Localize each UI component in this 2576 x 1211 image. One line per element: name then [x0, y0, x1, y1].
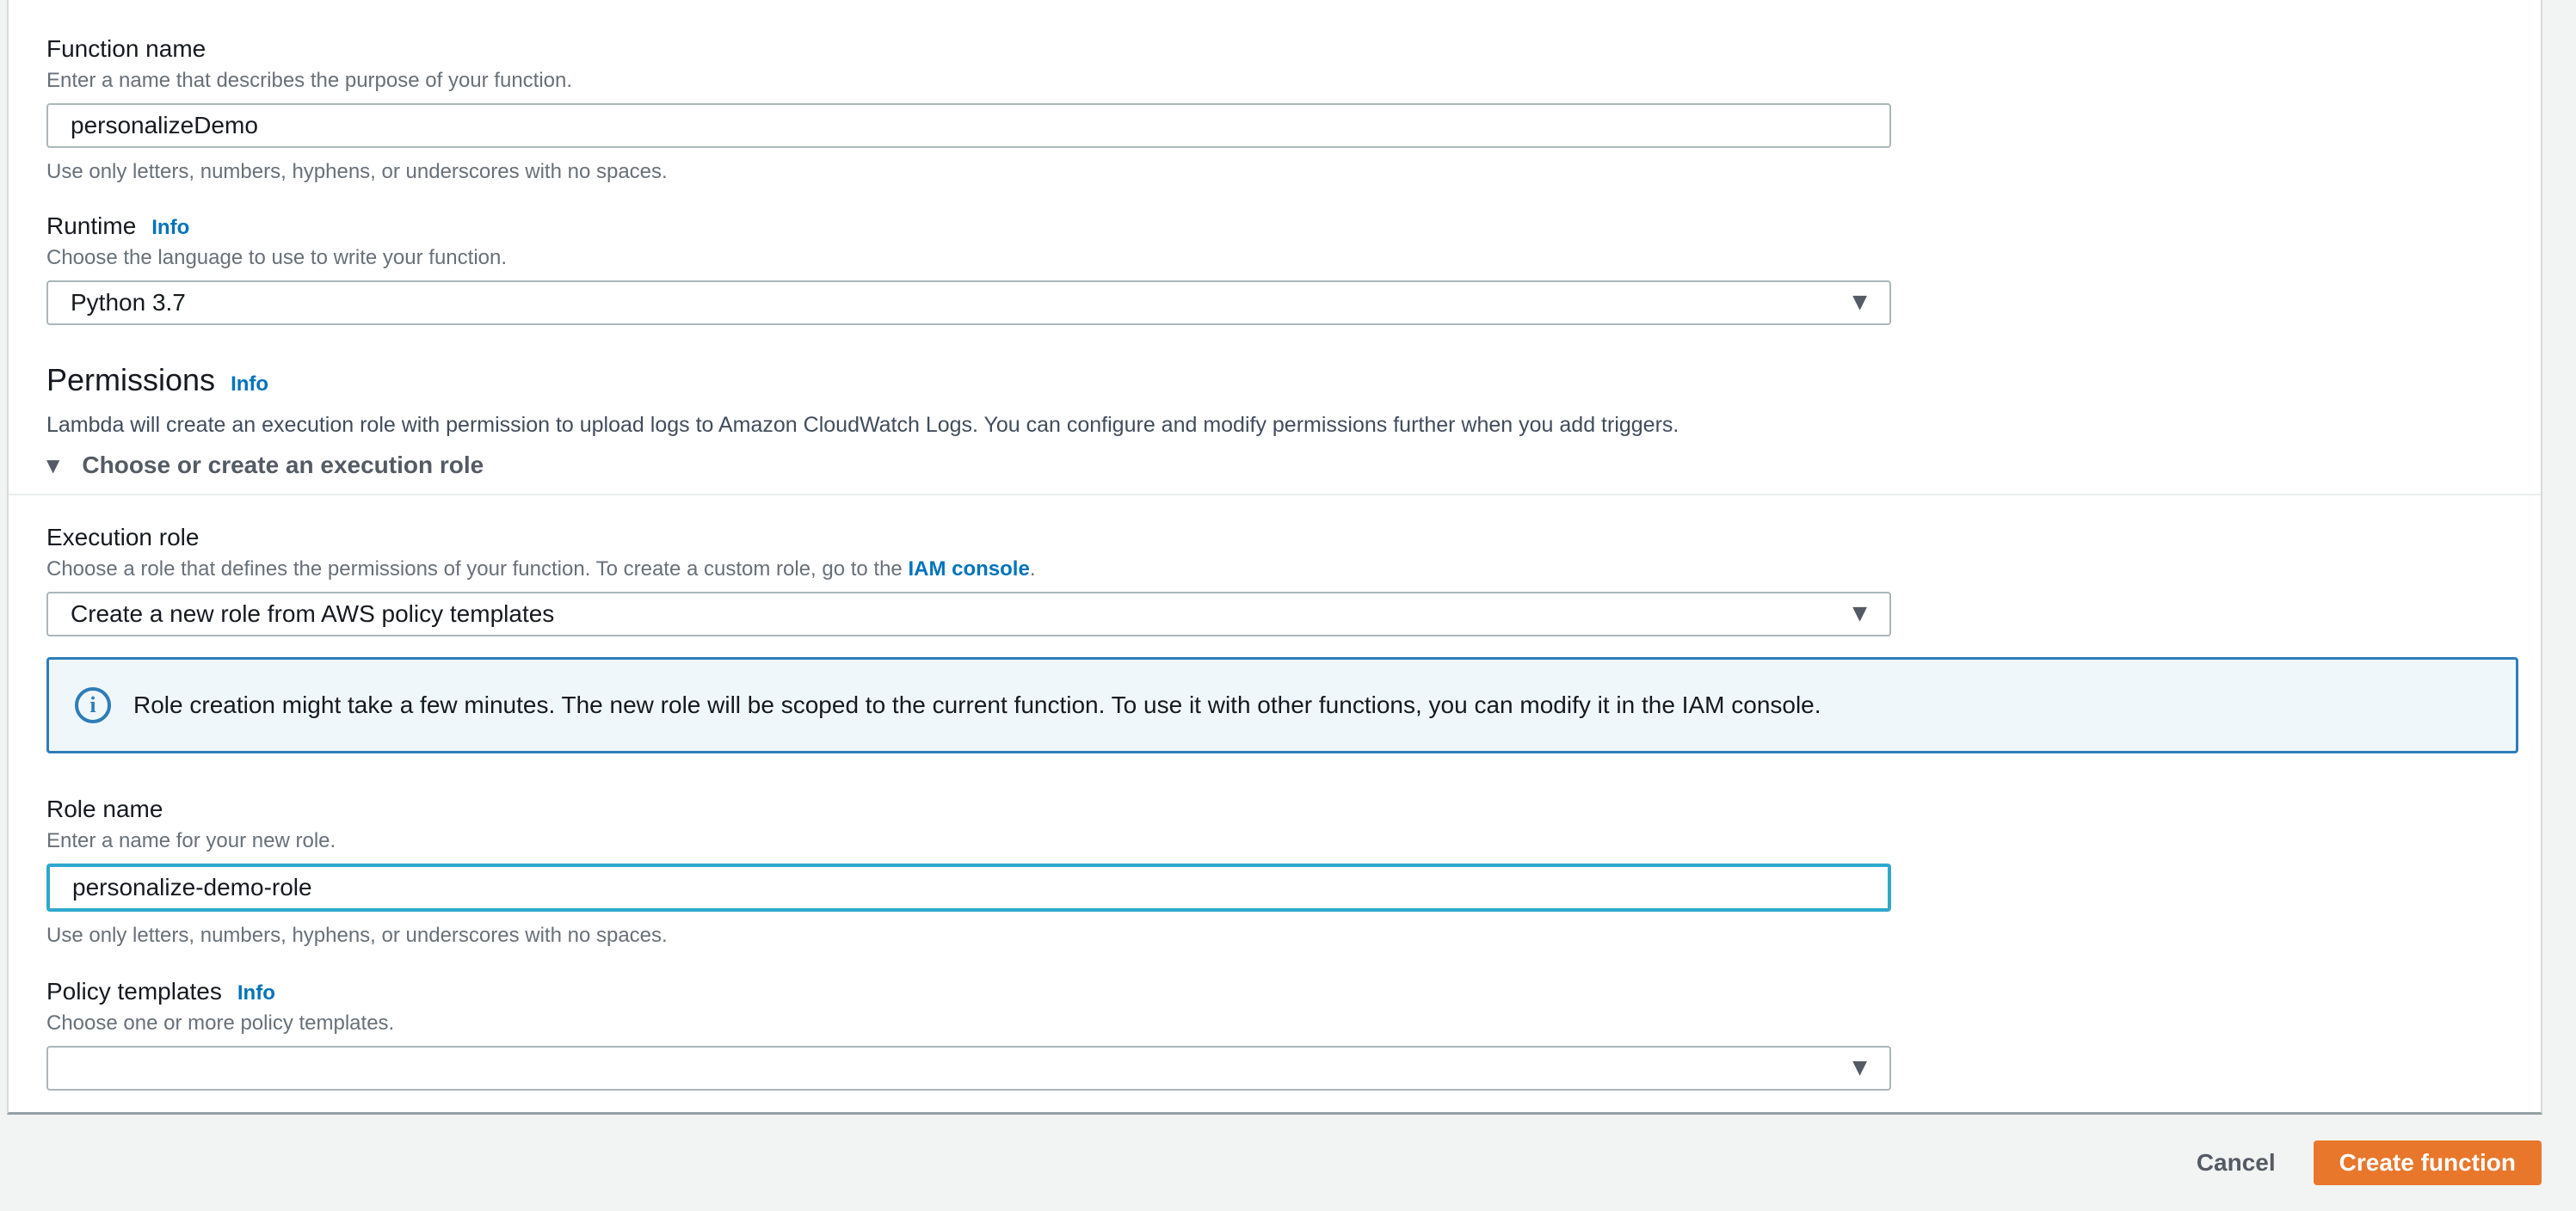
function-name-input[interactable]	[46, 103, 1891, 148]
execution-role-description: Choose a role that defines the permissio…	[46, 556, 2541, 583]
execution-role-expander[interactable]: ▼ Choose or create an execution role	[46, 449, 2541, 482]
execution-role-label: Execution role	[46, 524, 200, 550]
dropdown-caret-icon: ▼	[1852, 1057, 1867, 1079]
function-name-group: Function name Enter a name that describe…	[46, 33, 2541, 186]
execution-role-description-prefix: Choose a role that defines the permissio…	[46, 557, 909, 581]
alert-text: Role creation might take a few minutes. …	[133, 692, 1821, 718]
form-footer: Cancel Create function	[0, 1115, 2576, 1211]
role-name-input[interactable]	[46, 864, 1891, 912]
iam-console-link[interactable]: IAM console	[908, 557, 1029, 581]
function-name-label: Function name	[46, 35, 206, 62]
role-name-group: Role name Enter a name for your new role…	[46, 793, 2541, 950]
dropdown-caret-icon: ▼	[1852, 292, 1867, 313]
runtime-select[interactable]: Python 3.7 ▼	[46, 280, 1891, 325]
info-circle-icon: i	[75, 687, 111, 723]
policy-templates-select[interactable]: ▼	[46, 1046, 1891, 1091]
runtime-description: Choose the language to use to write your…	[46, 246, 508, 269]
create-function-page: Function name Enter a name that describe…	[0, 0, 2576, 1211]
section-divider	[9, 494, 2541, 495]
runtime-group: Runtime Info Choose the language to use …	[46, 210, 2541, 325]
role-name-description: Enter a name for your new role.	[46, 829, 336, 852]
function-name-description: Enter a name that describes the purpose …	[46, 69, 573, 92]
policy-templates-description: Choose one or more policy templates.	[46, 1011, 395, 1035]
permissions-title: Permissions	[46, 362, 216, 397]
expander-label: Choose or create an execution role	[82, 452, 484, 478]
role-name-label: Role name	[46, 796, 163, 822]
runtime-select-value: Python 3.7	[71, 289, 186, 316]
role-name-helper: Use only letters, numbers, hyphens, or u…	[46, 924, 668, 947]
permissions-description: Lambda will create an execution role wit…	[46, 413, 1679, 437]
permissions-section-heading: Permissions Info	[46, 360, 2541, 401]
policy-templates-label: Policy templates	[46, 978, 222, 1005]
execution-role-description-suffix: .	[1029, 557, 1036, 581]
cancel-button[interactable]: Cancel	[2179, 1139, 2293, 1187]
dropdown-caret-icon: ▼	[1852, 603, 1867, 624]
expander-caret-icon: ▼	[46, 455, 60, 476]
create-function-button[interactable]: Create function	[2313, 1140, 2542, 1185]
execution-role-select-value: Create a new role from AWS policy templa…	[71, 600, 555, 627]
policy-templates-group: Policy templates Info Choose one or more…	[46, 975, 2541, 1091]
policy-templates-info-link[interactable]: Info	[237, 981, 275, 1005]
function-name-helper: Use only letters, numbers, hyphens, or u…	[46, 160, 668, 183]
execution-role-select[interactable]: Create a new role from AWS policy templa…	[46, 592, 1891, 636]
role-creation-alert: i Role creation might take a few minutes…	[46, 657, 2518, 753]
runtime-label: Runtime	[46, 212, 137, 239]
runtime-info-link[interactable]: Info	[151, 216, 189, 240]
create-function-form-card: Function name Enter a name that describe…	[7, 0, 2542, 1115]
permissions-info-link[interactable]: Info	[231, 372, 268, 396]
execution-role-group: Execution role Choose a role that define…	[46, 521, 2541, 636]
